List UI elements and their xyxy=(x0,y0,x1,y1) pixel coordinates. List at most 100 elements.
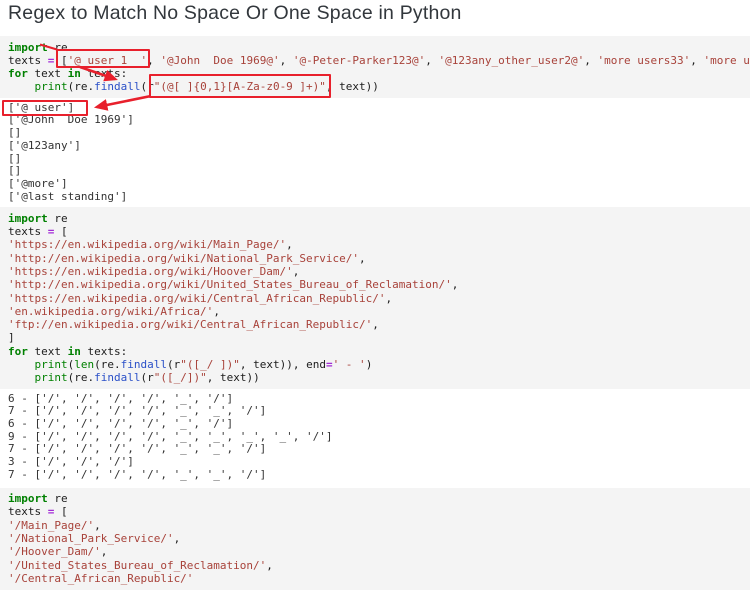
code-line: '/National_Park_Service/', xyxy=(8,532,742,545)
output-line: 6 - ['/', '/', '/', '/', '_', '/'] xyxy=(8,418,750,431)
code-token: findall xyxy=(94,80,140,93)
code-line: 'https://en.wikipedia.org/wiki/Hoover_Da… xyxy=(8,265,742,278)
output-line: [] xyxy=(8,165,750,178)
code-token: , xyxy=(372,318,379,331)
code-token: , xyxy=(386,292,393,305)
code-line: texts = [ xyxy=(8,505,742,518)
code-token: , xyxy=(452,278,459,291)
code-token: , xyxy=(280,54,293,67)
output-line: [] xyxy=(8,153,750,166)
code-token: 'more users2' xyxy=(703,54,750,67)
code-line: for text in texts: xyxy=(8,345,742,358)
page-title: Regex to Match No Space Or One Space in … xyxy=(0,0,750,24)
output-line: ['@more'] xyxy=(8,178,750,191)
code-line: print(re.findall(r"([_/])", text)) xyxy=(8,371,742,384)
code-token: "(@[ ]{0,1}[A-Za-z0-9 ]+)" xyxy=(154,80,326,93)
code-token: , xyxy=(584,54,597,67)
code-token: , xyxy=(94,519,101,532)
code-token xyxy=(8,358,35,371)
output-line: 3 - ['/', '/', '/'] xyxy=(8,456,750,469)
code-token: , xyxy=(147,54,160,67)
code-token: in xyxy=(68,345,81,358)
code-line: import re xyxy=(8,212,742,225)
code-token: import xyxy=(8,212,48,225)
code-token: [ xyxy=(54,505,67,518)
code-token: for xyxy=(8,345,28,358)
code-token: texts: xyxy=(81,345,127,358)
code-token: 'ftp://en.wikipedia.org/wiki/Central_Afr… xyxy=(8,318,372,331)
code-token: , xyxy=(690,54,703,67)
output-block-url-matches: 6 - ['/', '/', '/', '/', '_', '/'] 7 - ['… xyxy=(0,393,750,482)
code-line: 'en.wikipedia.org/wiki/Africa/', xyxy=(8,305,742,318)
code-token: , xyxy=(174,532,181,545)
output-line: [] xyxy=(8,127,750,140)
code-token: texts: xyxy=(81,67,127,80)
code-token: 'https://en.wikipedia.org/wiki/Main_Page… xyxy=(8,238,286,251)
code-token: 'http://en.wikipedia.org/wiki/National_P… xyxy=(8,252,359,265)
output-line: ['@last standing'] xyxy=(8,191,750,204)
code-token: 'more users33' xyxy=(597,54,690,67)
page-root: { "title": "Regex to Match No Space Or O… xyxy=(0,0,750,579)
code-token xyxy=(8,371,35,384)
code-token: , text)) xyxy=(326,80,379,93)
code-token: re xyxy=(48,41,68,54)
code-token: text xyxy=(28,345,68,358)
code-token: 'https://en.wikipedia.org/wiki/Central_A… xyxy=(8,292,386,305)
code-line: 'http://en.wikipedia.org/wiki/United_Sta… xyxy=(8,278,742,291)
code-token: print xyxy=(35,80,68,93)
code-token: , xyxy=(266,559,273,572)
code-token: (r xyxy=(140,80,153,93)
code-line: '/United_States_Bureau_of_Reclamation/', xyxy=(8,559,742,572)
code-token: texts xyxy=(8,54,48,67)
code-token: print xyxy=(35,371,68,384)
code-token: , text)) xyxy=(207,371,260,384)
code-token: ' - ' xyxy=(333,358,366,371)
code-token: '@ user 1 ' xyxy=(68,54,147,67)
code-token: '@123any_other_user2@' xyxy=(439,54,585,67)
code-token: (re. xyxy=(94,358,121,371)
code-token: [ xyxy=(54,225,67,238)
code-token: , text)), end xyxy=(240,358,326,371)
code-token: '/Hoover_Dam/' xyxy=(8,545,101,558)
code-token xyxy=(8,80,35,93)
code-line: print(len(re.findall(r"([_/ ])", text)),… xyxy=(8,358,742,371)
code-token: print xyxy=(35,358,68,371)
code-line: for text in texts: xyxy=(8,67,742,80)
code-token: , xyxy=(286,238,293,251)
code-token: (r xyxy=(167,358,180,371)
code-token: ] xyxy=(8,331,15,344)
code-token: in xyxy=(68,67,81,80)
code-token: re xyxy=(48,492,68,505)
code-token: 'http://en.wikipedia.org/wiki/United_Sta… xyxy=(8,278,452,291)
code-token: (r xyxy=(140,371,153,384)
code-line: texts = ['@ user 1 ', '@John Doe 1969@',… xyxy=(8,54,742,67)
code-block-wiki-urls: import retexts = ['https://en.wikipedia.… xyxy=(0,207,750,389)
code-token: re xyxy=(48,212,68,225)
code-token: 'https://en.wikipedia.org/wiki/Hoover_Da… xyxy=(8,265,293,278)
code-token: '/Central_African_Republic/' xyxy=(8,572,193,585)
code-token: '/United_States_Bureau_of_Reclamation/' xyxy=(8,559,266,572)
code-token: (re. xyxy=(68,371,95,384)
code-line: 'https://en.wikipedia.org/wiki/Central_A… xyxy=(8,292,742,305)
code-token: for xyxy=(8,67,28,80)
code-line: print(re.findall(r"(@[ ]{0,1}[A-Za-z0-9 … xyxy=(8,80,742,93)
code-token: '/Main_Page/' xyxy=(8,519,94,532)
code-token: '/National_Park_Service/' xyxy=(8,532,174,545)
code-line: texts = [ xyxy=(8,225,742,238)
code-token: import xyxy=(8,492,48,505)
code-line: import re xyxy=(8,492,742,505)
code-line: 'ftp://en.wikipedia.org/wiki/Central_Afr… xyxy=(8,318,742,331)
code-token: = xyxy=(326,358,333,371)
output-block-users: ['@ user']['@John Doe 1969'][]['@123any'… xyxy=(0,102,750,204)
code-token: 'en.wikipedia.org/wiki/Africa/' xyxy=(8,305,213,318)
code-token: texts xyxy=(8,225,48,238)
code-block-paths: import retexts = ['/Main_Page/','/Nation… xyxy=(0,488,750,590)
code-token: "([_/ ])" xyxy=(180,358,240,371)
output-line: 7 - ['/', '/', '/', '/', '_', '_', '/'] xyxy=(8,469,750,482)
code-token: , xyxy=(293,265,300,278)
code-line: ] xyxy=(8,331,742,344)
code-line: '/Main_Page/', xyxy=(8,519,742,532)
code-token: , xyxy=(425,54,438,67)
code-token: len xyxy=(74,358,94,371)
code-block-regex-users: import retexts = ['@ user 1 ', '@John Do… xyxy=(0,36,750,98)
